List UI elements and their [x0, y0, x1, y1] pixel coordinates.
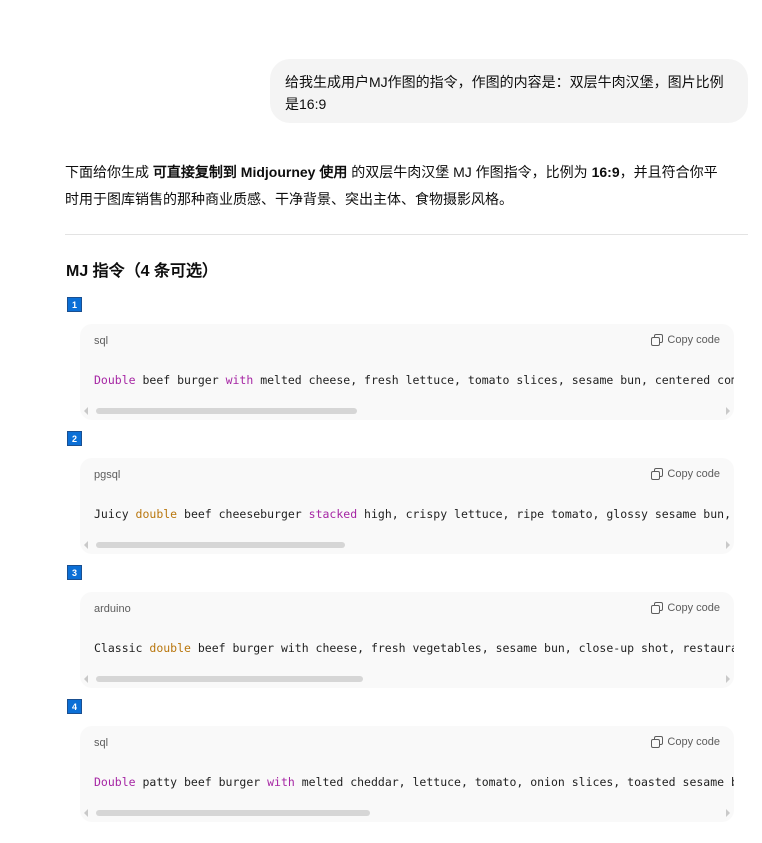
scroll-thumb[interactable]	[96, 810, 370, 816]
horizontal-scrollbar[interactable]	[84, 540, 730, 550]
number-badge-4: 4	[67, 699, 82, 714]
code-line: Double beef burger with melted cheese, f…	[94, 372, 734, 388]
scroll-left-icon[interactable]	[84, 541, 88, 549]
code-keyword: stacked	[308, 507, 358, 521]
copy-code-button[interactable]: Copy code	[651, 332, 720, 348]
code-block-4: sql Copy code Double patty beef burger w…	[80, 726, 734, 822]
code-language-label: pgsql	[94, 469, 121, 481]
copy-code-label: Copy code	[667, 736, 720, 748]
scroll-thumb[interactable]	[96, 542, 345, 548]
code-keyword: double	[149, 641, 191, 655]
code-text: patty beef burger	[135, 775, 268, 789]
user-message-line-1: 给我生成用户MJ作图的指令，作图的内容是：双层牛肉汉堡，图片比例	[285, 74, 724, 90]
code-text: beef burger	[135, 373, 226, 387]
scroll-track[interactable]	[96, 810, 718, 816]
scroll-right-icon[interactable]	[726, 675, 730, 683]
scroll-track[interactable]	[96, 408, 718, 414]
code-text: high, crispy lettuce, ripe tomato, gloss…	[357, 507, 734, 521]
scroll-track[interactable]	[96, 542, 718, 548]
assistant-intro: 下面给你生成 可直接复制到 Midjourney 使用 的双层牛肉汉堡 MJ 作…	[65, 161, 745, 210]
code-language-label: sql	[94, 737, 109, 749]
code-language-label: sql	[94, 335, 109, 347]
divider	[65, 234, 748, 235]
code-text: beef cheeseburger	[177, 507, 309, 521]
code-text: melted cheddar, lettuce, tomato, onion s…	[294, 775, 734, 789]
code-keyword: with	[225, 373, 254, 387]
intro-line-2: 时用于图库销售的那种商业质感、干净背景、突出主体、食物摄影风格。	[65, 191, 513, 207]
scroll-left-icon[interactable]	[84, 675, 88, 683]
copy-code-button[interactable]: Copy code	[651, 466, 720, 482]
number-badge-3: 3	[67, 565, 82, 580]
intro-text-2: 的双层牛肉汉堡 MJ 作图指令，比例为	[347, 164, 592, 180]
user-message-bubble: 给我生成用户MJ作图的指令，作图的内容是：双层牛肉汉堡，图片比例 是16:9	[270, 59, 748, 123]
intro-text-1: 下面给你生成	[65, 164, 153, 180]
code-line: Juicy double beef cheeseburger stacked h…	[94, 506, 734, 522]
intro-bold-2: 16:9	[591, 164, 620, 180]
scroll-right-icon[interactable]	[726, 541, 730, 549]
number-badge-1: 1	[67, 297, 82, 312]
horizontal-scrollbar[interactable]	[84, 674, 730, 684]
scroll-thumb[interactable]	[96, 408, 358, 414]
scroll-left-icon[interactable]	[84, 407, 88, 415]
scroll-track[interactable]	[96, 676, 718, 682]
code-text: melted cheese, fresh lettuce, tomato sli…	[253, 373, 734, 387]
section-title: MJ 指令（4 条可选）	[66, 263, 219, 280]
copy-code-label: Copy code	[667, 334, 720, 346]
code-keyword: Double	[94, 775, 136, 789]
code-line: Double patty beef burger with melted che…	[94, 774, 734, 790]
code-keyword: double	[135, 507, 178, 521]
scroll-right-icon[interactable]	[726, 809, 730, 817]
intro-bold-1: 可直接复制到 Midjourney 使用	[152, 164, 348, 180]
code-language-label: arduino	[94, 603, 131, 615]
copy-code-button[interactable]: Copy code	[651, 734, 720, 750]
code-keyword: Double	[94, 373, 136, 387]
copy-code-button[interactable]: Copy code	[651, 600, 720, 616]
intro-line-1: 下面给你生成 可直接复制到 Midjourney 使用 的双层牛肉汉堡 MJ 作…	[65, 161, 745, 183]
horizontal-scrollbar[interactable]	[84, 406, 730, 416]
scroll-left-icon[interactable]	[84, 809, 88, 817]
code-text: Juicy	[94, 507, 136, 521]
scroll-thumb[interactable]	[96, 676, 364, 682]
code-block-1: sql Copy code Double beef burger with me…	[80, 324, 734, 420]
copy-icon	[651, 736, 664, 748]
user-message-line-2: 是16:9	[285, 96, 327, 112]
code-block-3: arduino Copy code Classic double beef bu…	[80, 592, 734, 688]
copy-icon	[651, 468, 664, 480]
code-keyword: with	[267, 775, 295, 789]
horizontal-scrollbar[interactable]	[84, 808, 730, 818]
code-text: beef burger with cheese, fresh vegetable…	[190, 641, 734, 655]
code-block-2: pgsql Copy code Juicy double beef cheese…	[80, 458, 734, 554]
intro-text-3: ，并且符合你平	[619, 164, 718, 180]
copy-icon	[651, 602, 664, 614]
copy-code-label: Copy code	[667, 468, 720, 480]
copy-icon	[651, 334, 664, 346]
code-line: Classic double beef burger with cheese, …	[94, 640, 734, 656]
number-badge-2: 2	[67, 431, 82, 446]
copy-code-label: Copy code	[667, 602, 720, 614]
code-text: Classic	[94, 641, 150, 655]
scroll-right-icon[interactable]	[726, 407, 730, 415]
